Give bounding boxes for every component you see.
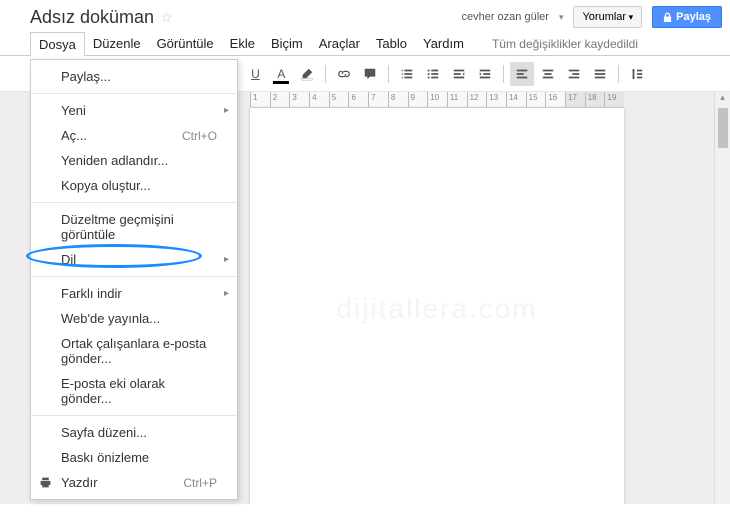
highlight-color-icon[interactable] [295,62,319,86]
menu-download[interactable]: Farklı indir [31,281,237,306]
bullet-list-icon[interactable] [421,62,445,86]
menu-duzenle[interactable]: Düzenle [85,32,149,55]
menu-araclar[interactable]: Araçlar [311,32,368,55]
vertical-scrollbar[interactable]: ▴ [714,92,730,504]
menu-tablo[interactable]: Tablo [368,32,415,55]
menu-page-setup[interactable]: Sayfa düzeni... [31,420,237,445]
watermark: dijitallera.com [336,293,537,325]
menu-print[interactable]: Yazdır Ctrl+P [31,470,237,495]
open-shortcut: Ctrl+O [182,129,217,143]
menu-copy[interactable]: Kopya oluştur... [31,173,237,198]
text-color-icon[interactable]: A [269,62,293,86]
lock-icon [663,12,672,23]
menu-language[interactable]: Dil [31,247,237,272]
menu-rename[interactable]: Yeniden adlandır... [31,148,237,173]
align-justify-icon[interactable] [588,62,612,86]
user-menu-arrow[interactable]: ▾ [559,12,564,23]
indent-icon[interactable] [473,62,497,86]
menu-open[interactable]: Aç... Ctrl+O [31,123,237,148]
numbered-list-icon[interactable] [395,62,419,86]
menu-goruntule[interactable]: Görüntüle [149,32,222,55]
align-left-icon[interactable] [510,62,534,86]
save-status: Tüm değişiklikler kaydedildi [492,37,638,51]
scroll-thumb[interactable] [718,108,728,148]
menu-new[interactable]: Yeni [31,98,237,123]
line-spacing-icon[interactable] [625,62,649,86]
comment-icon[interactable] [358,62,382,86]
share-button[interactable]: Paylaş [652,6,722,28]
share-button-label: Paylaş [676,11,711,23]
menu-publish[interactable]: Web'de yayınla... [31,306,237,331]
menubar: Dosya Düzenle Görüntüle Ekle Biçim Araçl… [0,28,730,56]
menu-revisions[interactable]: Düzeltme geçmişini görüntüle [31,207,237,247]
ruler[interactable]: 1 2 3 4 5 6 7 8 9 10 11 12 13 14 15 16 1… [250,92,624,108]
print-icon [39,476,52,489]
menu-bicim[interactable]: Biçim [263,32,311,55]
menu-email-collaborators[interactable]: Ortak çalışanlara e-posta gönder... [31,331,237,371]
user-name[interactable]: cevher ozan güler [461,11,548,23]
menu-share[interactable]: Paylaş... [31,64,237,89]
outdent-icon[interactable] [447,62,471,86]
link-icon[interactable] [332,62,356,86]
menu-email-attachment[interactable]: E-posta eki olarak gönder... [31,371,237,411]
align-right-icon[interactable] [562,62,586,86]
file-menu-dropdown: Paylaş... Yeni Aç... Ctrl+O Yeniden adla… [30,59,238,500]
document-title[interactable]: Adsız doküman [30,7,154,28]
comments-button[interactable]: Yorumlar [573,6,642,28]
menu-dosya[interactable]: Dosya [30,32,85,57]
star-icon[interactable]: ☆ [160,9,173,26]
print-shortcut: Ctrl+P [183,476,217,490]
menu-ekle[interactable]: Ekle [222,32,263,55]
document-page[interactable]: dijitallera.com [250,108,624,504]
menu-print-preview[interactable]: Baskı önizleme [31,445,237,470]
underline-icon[interactable]: U [243,62,267,86]
align-center-icon[interactable] [536,62,560,86]
menu-yardim[interactable]: Yardım [415,32,472,55]
